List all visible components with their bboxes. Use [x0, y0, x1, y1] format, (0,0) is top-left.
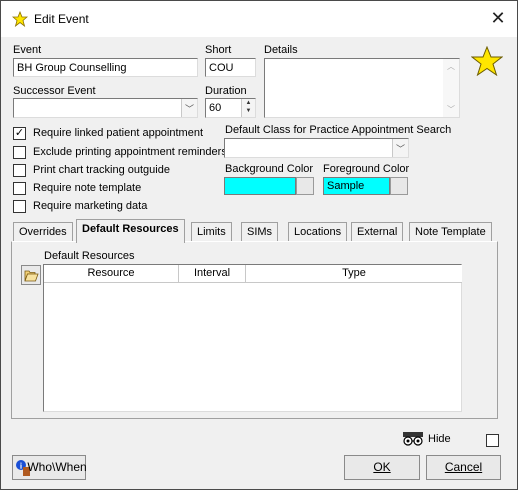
background-color-button[interactable]	[296, 177, 314, 195]
background-color-swatch	[224, 177, 296, 195]
scroll-down-icon: ﹀	[447, 105, 455, 114]
tab-limits[interactable]: Limits	[191, 222, 232, 241]
event-field[interactable]: BH Group Counselling	[13, 58, 198, 77]
scroll-up-icon: ︿	[447, 62, 455, 71]
tab-sims-label: SIMs	[247, 226, 273, 238]
duration-spinner[interactable]: ▲ ▼	[241, 99, 255, 117]
tab-note-template[interactable]: Note Template	[409, 222, 492, 241]
hide-label: Hide	[428, 433, 451, 445]
close-button[interactable]: ✕	[485, 7, 511, 31]
tab-default-resources-label: Default Resources	[82, 223, 179, 235]
chevron-down-icon[interactable]: ﹀	[181, 99, 197, 117]
exclude-reminders-label: Exclude printing appointment reminders	[33, 146, 227, 158]
require-marketing-label: Require marketing data	[33, 200, 148, 212]
tab-overrides-label: Overrides	[19, 226, 67, 238]
who-when-button[interactable]: i Who\When	[12, 455, 87, 480]
open-button[interactable]	[21, 265, 41, 285]
cancel-button[interactable]: Cancel	[426, 455, 501, 480]
edit-event-window: Edit Event ✕ Event Short Details BH Grou…	[0, 0, 518, 490]
short-label: Short	[205, 44, 232, 56]
tab-default-resources[interactable]: Default Resources	[76, 219, 185, 243]
star-icon	[471, 46, 503, 76]
require-linked-appt-checkbox[interactable]: ✓	[13, 127, 26, 140]
resource-column-header[interactable]: Resource	[44, 265, 179, 283]
cancel-label: Cancel	[444, 460, 483, 474]
print-outguide-label: Print chart tracking outguide	[33, 164, 170, 176]
chevron-down-icon[interactable]: ﹀	[392, 139, 408, 157]
spin-up-icon[interactable]: ▲	[242, 99, 255, 107]
tab-sims[interactable]: SIMs	[241, 222, 279, 241]
tab-note-template-label: Note Template	[415, 226, 486, 238]
successor-event-label: Successor Event	[13, 85, 96, 97]
type-column-header[interactable]: Type	[246, 265, 462, 283]
ok-button[interactable]: OK	[344, 455, 420, 480]
duration-label: Duration	[205, 85, 247, 97]
print-outguide-checkbox[interactable]	[13, 164, 26, 177]
spin-down-icon[interactable]: ▼	[242, 107, 255, 115]
star-icon	[12, 11, 28, 27]
require-note-template-checkbox[interactable]	[13, 182, 26, 195]
foreground-color-label: Foreground Color	[323, 163, 410, 175]
hide-checkbox[interactable]	[486, 434, 499, 447]
folder-open-icon	[24, 270, 39, 282]
default-class-label: Default Class for Practice Appointment S…	[225, 124, 452, 136]
interval-column-header[interactable]: Interval	[179, 265, 246, 283]
default-resources-label: Default Resources	[44, 250, 135, 262]
require-marketing-checkbox[interactable]	[13, 200, 26, 213]
default-class-combo[interactable]	[224, 138, 409, 158]
successor-event-combo[interactable]	[13, 98, 198, 118]
window-title: Edit Event	[34, 12, 89, 26]
foreground-color-button[interactable]	[390, 177, 408, 195]
exclude-reminders-checkbox[interactable]	[13, 146, 26, 159]
event-label: Event	[13, 44, 42, 56]
foreground-color-sample: Sample	[323, 177, 390, 195]
tab-external[interactable]: External	[351, 222, 404, 241]
require-linked-appt-label: Require linked patient appointment	[33, 127, 204, 139]
tab-external-label: External	[357, 226, 398, 238]
background-color-label: Background Color	[225, 163, 314, 175]
details-scrollbar[interactable]: ︿ ﹀	[443, 59, 459, 117]
tab-locations-label: Locations	[294, 226, 342, 238]
ok-label: OK	[373, 460, 391, 474]
resources-table[interactable]: Resource Interval Type	[43, 264, 462, 412]
tab-overrides[interactable]: Overrides	[13, 222, 73, 241]
who-when-label: Who\When	[27, 460, 87, 474]
spy-glasses-icon	[403, 432, 423, 446]
details-label: Details	[264, 44, 298, 56]
require-note-template-label: Require note template	[33, 182, 142, 194]
short-field[interactable]: COU	[205, 58, 256, 77]
title-bar: Edit Event ✕	[1, 1, 517, 37]
tab-locations[interactable]: Locations	[288, 222, 348, 241]
tab-limits-label: Limits	[197, 226, 226, 238]
details-textarea[interactable]	[264, 58, 460, 118]
